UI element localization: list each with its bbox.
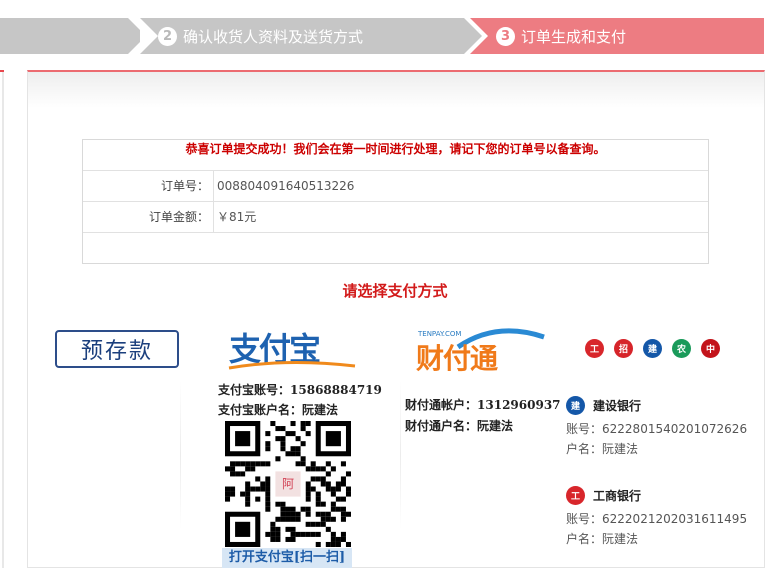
bank-icbc: 工 工商银行 账号：6222021202031611495 户名：阮建法: [566, 485, 747, 549]
empty-row: [83, 233, 708, 263]
step-number: 3: [496, 26, 515, 46]
bank-holder-value: 阮建法: [602, 442, 639, 456]
alipay-logo[interactable]: 支付宝: [223, 324, 359, 372]
bank-holder-label: 户名：: [566, 532, 603, 546]
icbc-icon[interactable]: 工: [585, 339, 604, 358]
bank-name: 建设银行: [593, 398, 642, 413]
tenpay-account-line: 财付通帐户：1312960937: [405, 396, 561, 413]
tenpay-account-value: 1312960937: [477, 398, 561, 412]
alipay-qr-code: 阿: [225, 421, 351, 547]
alipay-account-label: 支付宝账号：: [218, 383, 291, 397]
bank-account-label: 账号：: [566, 512, 603, 526]
bank-ccb: 建 建设银行 账号：6222801540201072626 户名：阮建法: [566, 395, 747, 459]
order-amount-value: ￥81元: [217, 210, 257, 224]
tenpay-name-label: 财付通户名：: [405, 419, 478, 433]
prepaid-label: 预存款: [80, 339, 153, 364]
order-number-row: 订单号： 008804091640513226: [83, 171, 708, 202]
order-amount-row: 订单金额： ￥81元: [83, 202, 708, 233]
payment-method-title: 请选择支付方式: [342, 282, 448, 300]
boc-icon[interactable]: 中: [701, 339, 720, 358]
tenpay-name-value: 阮建法: [477, 419, 514, 433]
tenpay-name-line: 财付通户名：阮建法: [405, 417, 513, 434]
bank-account-label: 账号：: [566, 422, 603, 436]
bank-icon-list: 工招建农中: [585, 339, 720, 358]
bank-holder-value: 阮建法: [602, 532, 639, 546]
alipay-account-line: 支付宝账号：15868884719: [218, 381, 382, 398]
step-label: 订单生成和支付: [521, 27, 627, 46]
step-2: 2 确认收货人资料及送货方式: [140, 18, 486, 54]
bank-holder-label: 户名：: [566, 442, 603, 456]
tenpay-logo[interactable]: TENPAY.COM 财付通: [414, 327, 546, 375]
step-3-active: 3 订单生成和支付: [470, 18, 764, 54]
ccb-icon[interactable]: 建: [643, 339, 662, 358]
bank-account-value: 6222021202031611495: [602, 512, 748, 526]
divider: [180, 380, 181, 530]
abc-icon[interactable]: 农: [672, 339, 691, 358]
bank-account-value: 6222801540201072626: [602, 422, 748, 436]
prepaid-payment-button[interactable]: 预存款: [55, 330, 179, 368]
success-message: 恭喜订单提交成功！我们会在第一时间进行处理，请记下您的订单号以备查询。: [83, 140, 708, 171]
alipay-name-value: 阮建法: [302, 403, 339, 417]
bank-name: 工商银行: [593, 488, 642, 503]
alipay-swoosh-icon: [228, 360, 356, 370]
tenpay-account-label: 财付通帐户：: [405, 398, 478, 412]
order-number-label: 订单号：: [83, 171, 214, 201]
alipay-account-value: 15868884719: [290, 383, 382, 397]
tenpay-logo-text: 财付通: [416, 342, 498, 375]
step-number: 2: [158, 26, 177, 46]
alipay-name-label: 支付宝账户名：: [218, 403, 303, 417]
order-number-value: 008804091640513226: [217, 179, 355, 193]
order-amount-label: 订单金额：: [83, 202, 214, 232]
step-label: 确认收货人资料及送货方式: [183, 27, 364, 46]
checkout-steps: 2 确认收货人资料及送货方式 3 订单生成和支付: [0, 18, 780, 54]
step-1: [0, 18, 150, 54]
alipay-name-line: 支付宝账户名：阮建法: [218, 401, 338, 418]
alipay-qr-caption: 打开支付宝[扫一扫]: [222, 548, 352, 568]
icbc-icon: 工: [566, 485, 585, 505]
ccb-icon: 建: [566, 395, 585, 415]
left-panel-edge: [0, 70, 4, 568]
cmb-icon[interactable]: 招: [614, 339, 633, 358]
divider: [400, 380, 401, 530]
svg-text:阿: 阿: [282, 477, 294, 491]
order-info-table: 恭喜订单提交成功！我们会在第一时间进行处理，请记下您的订单号以备查询。 订单号：…: [82, 139, 709, 264]
